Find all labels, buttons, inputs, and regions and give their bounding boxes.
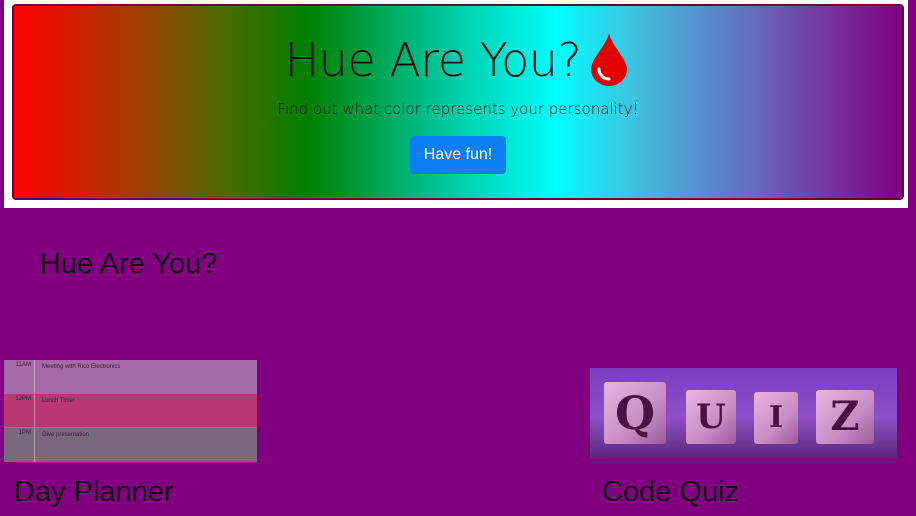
planner-time: 11AM	[4, 360, 35, 393]
day-planner-label[interactable]: Day Planner	[14, 476, 174, 509]
planner-note: Give presentation	[42, 432, 90, 438]
day-planner-thumbnail[interactable]: 11AM Meeting with Rico Electronics 12PM …	[4, 360, 257, 462]
quiz-letter-block: I	[754, 392, 798, 444]
hero-frame: Hue Are You? Find out what color represe…	[4, 0, 908, 208]
code-quiz-label[interactable]: Code Quiz	[602, 476, 739, 509]
planner-time: 1PM	[4, 428, 35, 462]
have-fun-button[interactable]: Have fun!	[409, 136, 507, 174]
planner-time: 12PM	[4, 394, 35, 427]
planner-note: Lunch Time!	[42, 398, 75, 404]
quiz-letter-block: U	[686, 390, 736, 444]
section-title: Hue Are You?	[40, 248, 218, 280]
quiz-letter-block: Q	[604, 382, 666, 444]
hero-subtitle: Find out what color represents your pers…	[277, 100, 639, 118]
planner-row: 1PM Give presentation	[4, 428, 257, 462]
hero-jumbotron: Hue Are You? Find out what color represe…	[12, 4, 904, 200]
blood-drop-icon	[587, 31, 631, 87]
project-day-planner[interactable]: 11AM Meeting with Rico Electronics 12PM …	[4, 360, 257, 508]
hero-title-row: Hue Are You?	[14, 6, 902, 88]
quiz-letter-block: Z	[816, 390, 874, 444]
code-quiz-thumbnail[interactable]: Q U I Z	[590, 368, 897, 458]
planner-note: Meeting with Rico Electronics	[42, 364, 121, 370]
planner-row: 11AM Meeting with Rico Electronics	[4, 360, 257, 393]
project-code-quiz[interactable]: Q U I Z Code Quiz	[590, 368, 897, 508]
hero-title: Hue Are You?	[284, 33, 582, 87]
planner-row: 12PM Lunch Time!	[4, 394, 257, 427]
